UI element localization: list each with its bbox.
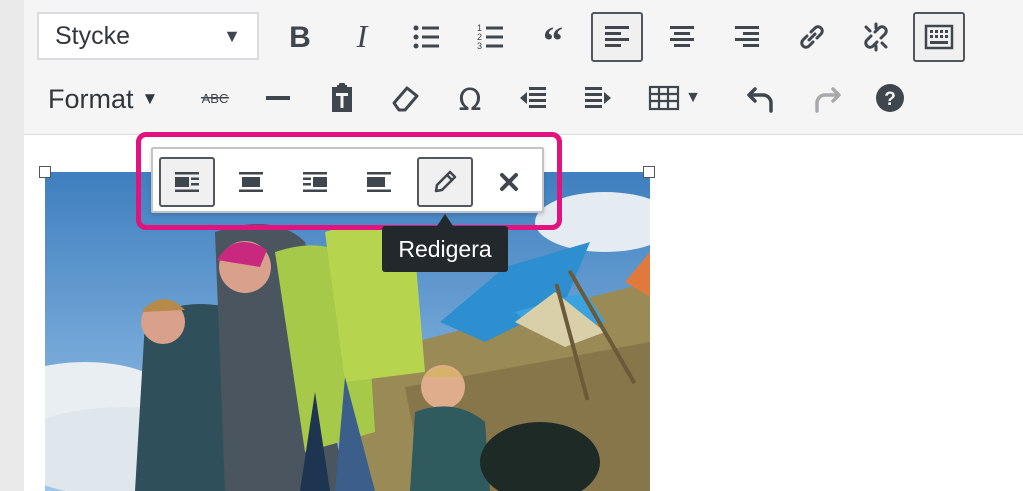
chevron-down-icon: ▼ — [223, 25, 241, 46]
clear-formatting-button[interactable] — [380, 73, 432, 123]
numbered-list-button[interactable]: 123 — [464, 12, 516, 62]
resize-handle-top-left[interactable] — [39, 166, 51, 178]
svg-text:I: I — [356, 20, 369, 54]
chevron-down-icon: ▼ — [141, 89, 159, 108]
svg-text:“: “ — [543, 20, 563, 54]
align-left-button[interactable] — [591, 12, 643, 62]
bullet-list-icon — [413, 25, 439, 49]
svg-text:3: 3 — [477, 41, 482, 51]
special-character-button[interactable]: Ω — [444, 73, 496, 123]
align-center-icon — [670, 26, 694, 47]
format-menu-button[interactable]: Format ▼ — [48, 76, 158, 122]
redo-icon — [815, 87, 841, 113]
redo-button[interactable] — [800, 73, 852, 123]
svg-text:B: B — [289, 21, 311, 54]
numbered-list-icon: 123 — [477, 23, 503, 51]
align-right-icon — [735, 26, 759, 47]
editor-toolbar: Stycke ▼ B I 123 “ Format ▼ ABC Ω ▼ ? — [24, 0, 1023, 135]
strikethrough-icon: ABC — [201, 91, 229, 106]
undo-icon — [747, 87, 773, 113]
resize-handle-top-right[interactable] — [643, 166, 655, 178]
special-character-icon: Ω — [459, 83, 482, 115]
outdent-icon — [520, 87, 546, 108]
help-button[interactable]: ? — [864, 73, 916, 123]
bullet-list-button[interactable] — [400, 12, 452, 62]
table-button[interactable]: ▼ — [636, 73, 712, 123]
tooltip-arrow — [437, 214, 453, 226]
bold-button[interactable]: B — [274, 12, 326, 62]
undo-button[interactable] — [736, 73, 788, 123]
editor-left-margin — [0, 0, 24, 491]
paragraph-format-select[interactable]: Stycke ▼ — [37, 12, 259, 60]
toolbar-toggle-button[interactable] — [913, 12, 965, 62]
paste-as-text-button[interactable] — [316, 73, 368, 123]
blockquote-button[interactable]: “ — [527, 12, 579, 62]
paragraph-format-value: Stycke — [55, 21, 131, 50]
horizontal-line-icon — [266, 96, 290, 100]
format-menu-label: Format — [48, 83, 134, 114]
svg-text:Ω: Ω — [459, 83, 482, 115]
outdent-button[interactable] — [507, 73, 559, 123]
toolbar-toggle-icon — [924, 24, 954, 50]
highlight-frame — [136, 132, 562, 230]
italic-icon: I — [356, 20, 369, 54]
help-icon: ? — [876, 84, 904, 112]
blockquote-icon: “ — [543, 20, 563, 54]
bold-icon: B — [289, 21, 311, 54]
edit-tooltip: Redigera — [382, 226, 508, 272]
align-left-icon — [605, 26, 629, 47]
indent-button[interactable] — [572, 73, 624, 123]
svg-text:?: ? — [884, 89, 896, 110]
indent-icon — [585, 87, 611, 108]
link-icon — [800, 25, 824, 49]
chevron-down-icon: ▼ — [685, 89, 701, 106]
unlink-icon — [864, 22, 888, 52]
clear-formatting-icon — [392, 86, 419, 112]
italic-button[interactable]: I — [336, 12, 388, 62]
align-center-button[interactable] — [656, 12, 708, 62]
table-icon — [648, 85, 680, 111]
horizontal-line-button[interactable] — [252, 73, 304, 123]
insert-link-button[interactable] — [786, 12, 838, 62]
strikethrough-button[interactable]: ABC — [189, 73, 241, 123]
align-right-button[interactable] — [721, 12, 773, 62]
remove-link-button[interactable] — [850, 12, 902, 62]
paste-as-text-icon — [332, 83, 352, 112]
